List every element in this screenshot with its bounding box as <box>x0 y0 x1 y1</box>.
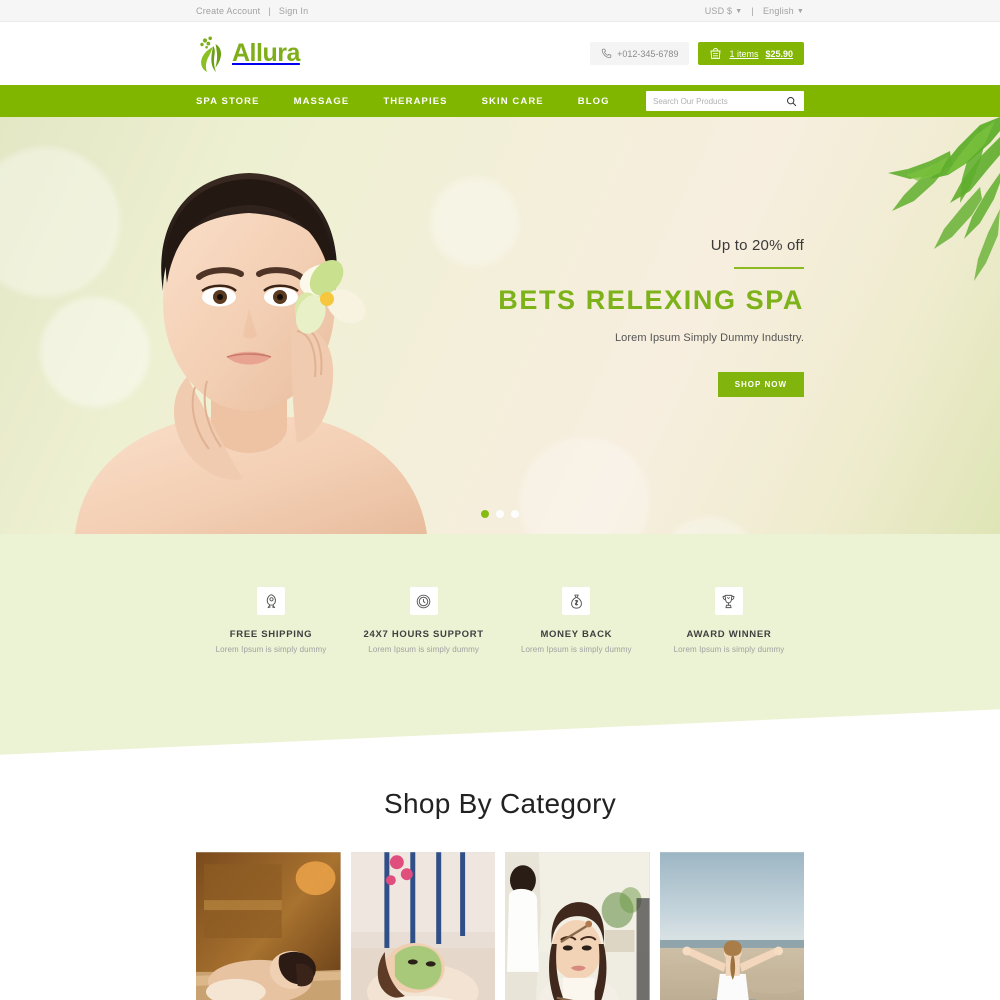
category-grid <box>0 820 1000 1000</box>
massage-photo <box>196 852 341 1000</box>
search-icon[interactable] <box>786 96 797 107</box>
feature-subtitle: Lorem Ipsum is simply dummy <box>673 645 785 654</box>
chevron-down-icon: ▼ <box>735 7 743 15</box>
feature-subtitle: Lorem Ipsum is simply dummy <box>215 645 327 654</box>
hero-title: BETS RELEXING SPA <box>498 285 804 315</box>
phone-contact[interactable]: +012-345-6789 <box>590 42 690 65</box>
nav-item-therapies[interactable]: THERAPIES <box>366 96 464 107</box>
nav-item-massage[interactable]: MASSAGE <box>277 96 367 107</box>
brand-name: Allura <box>232 39 300 67</box>
shopping-bag-icon <box>710 47 721 60</box>
trophy-icon <box>714 587 743 615</box>
site-header: Allura +012-345-6789 1 items $25.90 <box>0 22 1000 85</box>
logo[interactable]: Allura <box>196 34 300 74</box>
cart-button[interactable]: 1 items $25.90 <box>698 42 804 65</box>
nav-item-spa-store[interactable]: SPA STORE <box>196 96 277 107</box>
beach-yoga-photo <box>659 852 804 1000</box>
feature-subtitle: Lorem Ipsum is simply dummy <box>368 645 480 654</box>
leaf-face-logo-icon <box>196 34 230 74</box>
phone-number: +012-345-6789 <box>617 48 679 59</box>
leaf-decoration-icon <box>888 117 1000 281</box>
category-card-yoga[interactable] <box>659 852 804 1000</box>
cart-total: $25.90 <box>765 48 793 59</box>
search-input[interactable] <box>653 96 786 106</box>
divider: | <box>268 5 271 16</box>
top-bar-account-links: Create Account | Sign In <box>196 6 308 16</box>
category-card-massage[interactable] <box>196 852 341 1000</box>
page-title: Shop By Category <box>383 788 617 819</box>
shop-now-button[interactable]: SHOP NOW <box>717 372 804 397</box>
currency-label: USD $ <box>704 5 733 16</box>
hero-copy: Up to 20% off BETS RELEXING SPA Lorem Ip… <box>484 237 804 397</box>
slider-dot-1[interactable] <box>481 510 489 518</box>
search-box[interactable] <box>646 91 804 111</box>
top-bar-prefs: USD $ ▼ | English ▼ <box>705 6 804 16</box>
top-bar: Create Account | Sign In USD $ ▼ | Englis… <box>0 0 1000 22</box>
slider-dot-2[interactable] <box>496 510 504 518</box>
divider: | <box>751 5 754 16</box>
feature-title: MONEY BACK <box>540 629 613 640</box>
main-navigation: SPA STORE MASSAGE THERAPIES SKIN CARE BL… <box>0 85 1000 117</box>
hero-model-photo <box>75 173 427 534</box>
hero-divider <box>734 267 804 269</box>
nav-item-skin-care[interactable]: SKIN CARE <box>465 96 561 107</box>
chevron-down-icon: ▼ <box>796 7 804 15</box>
nav-item-blog[interactable]: BLOG <box>561 96 627 107</box>
feature-free-shipping: FREE SHIPPING Lorem Ipsum is simply dumm… <box>196 587 346 654</box>
money-bag-icon <box>562 587 591 615</box>
features-list: FREE SHIPPING Lorem Ipsum is simply dumm… <box>0 534 1000 654</box>
page-root: Create Account | Sign In USD $ ▼ | Englis… <box>0 0 1000 1000</box>
feature-award-winner: AWARD WINNER Lorem Ipsum is simply dummy <box>654 587 804 654</box>
feature-subtitle: Lorem Ipsum is simply dummy <box>520 645 632 654</box>
facial-mask-photo <box>350 852 495 1000</box>
rocket-icon <box>257 587 285 615</box>
feature-support: 24X7 HOURS SUPPORT Lorem Ipsum is simply… <box>349 587 499 654</box>
features-band: FREE SHIPPING Lorem Ipsum is simply dumm… <box>0 534 1000 774</box>
header-actions: +012-345-6789 1 items $25.90 <box>590 42 804 65</box>
create-account-link[interactable]: Create Account <box>196 6 260 16</box>
phone-icon <box>601 48 612 59</box>
slider-dot-3[interactable] <box>511 510 519 518</box>
cart-item-count: 1 items <box>729 48 759 59</box>
feature-money-back: MONEY BACK Lorem Ipsum is simply dummy <box>501 587 651 654</box>
feature-title: 24X7 HOURS SUPPORT <box>363 629 484 640</box>
category-card-facial[interactable] <box>350 852 495 1000</box>
bokeh-decor <box>520 437 650 534</box>
category-card-makeup[interactable] <box>505 852 650 1000</box>
hero-slider[interactable]: Up to 20% off BETS RELEXING SPA Lorem Ip… <box>0 117 1000 534</box>
nav-links: SPA STORE MASSAGE THERAPIES SKIN CARE BL… <box>196 96 627 107</box>
hero-kicker: Up to 20% off <box>710 237 804 254</box>
clock-icon <box>409 587 438 615</box>
makeup-beauty-photo <box>505 852 650 1000</box>
bokeh-decor <box>660 517 760 534</box>
currency-selector[interactable]: USD $ ▼ <box>705 6 743 16</box>
sign-in-link[interactable]: Sign In <box>279 6 308 16</box>
language-selector[interactable]: English ▼ <box>763 6 804 16</box>
language-label: English <box>762 5 794 16</box>
shop-by-category-section: Shop By Category <box>0 774 1000 1000</box>
feature-title: AWARD WINNER <box>686 629 772 640</box>
feature-title: FREE SHIPPING <box>229 629 313 640</box>
slider-dots[interactable] <box>0 510 1000 518</box>
hero-subtitle: Lorem Ipsum Simply Dummy Industry. <box>614 332 804 344</box>
